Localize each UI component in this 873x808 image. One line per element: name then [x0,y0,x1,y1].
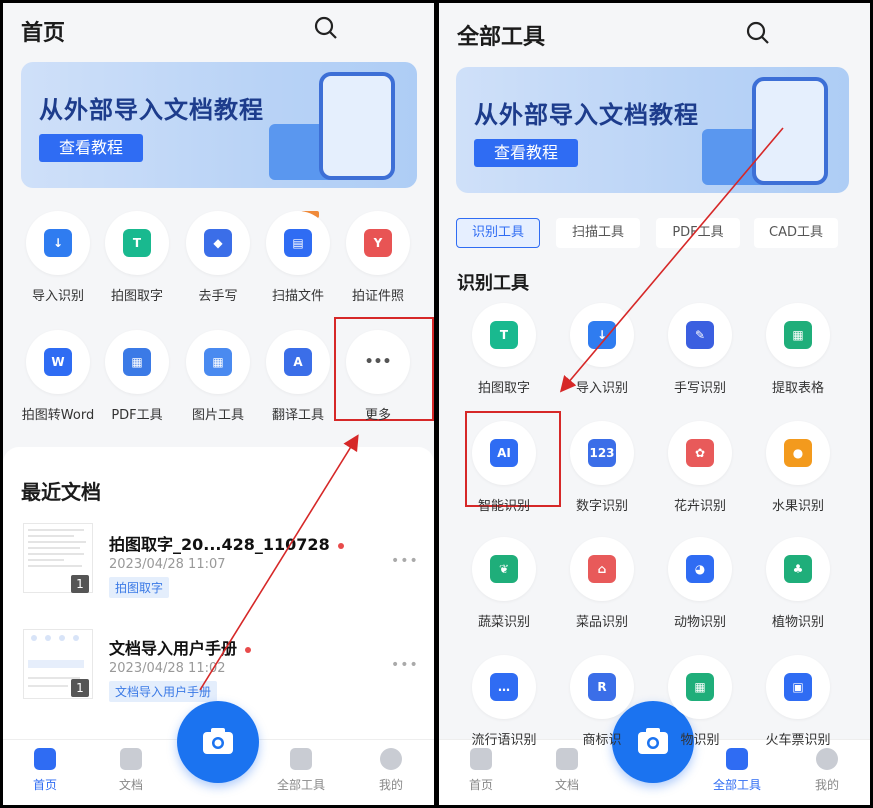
arrow-to-tools [559,127,784,393]
arrow-to-more [199,434,359,691]
annotation-arrows [199,127,784,691]
